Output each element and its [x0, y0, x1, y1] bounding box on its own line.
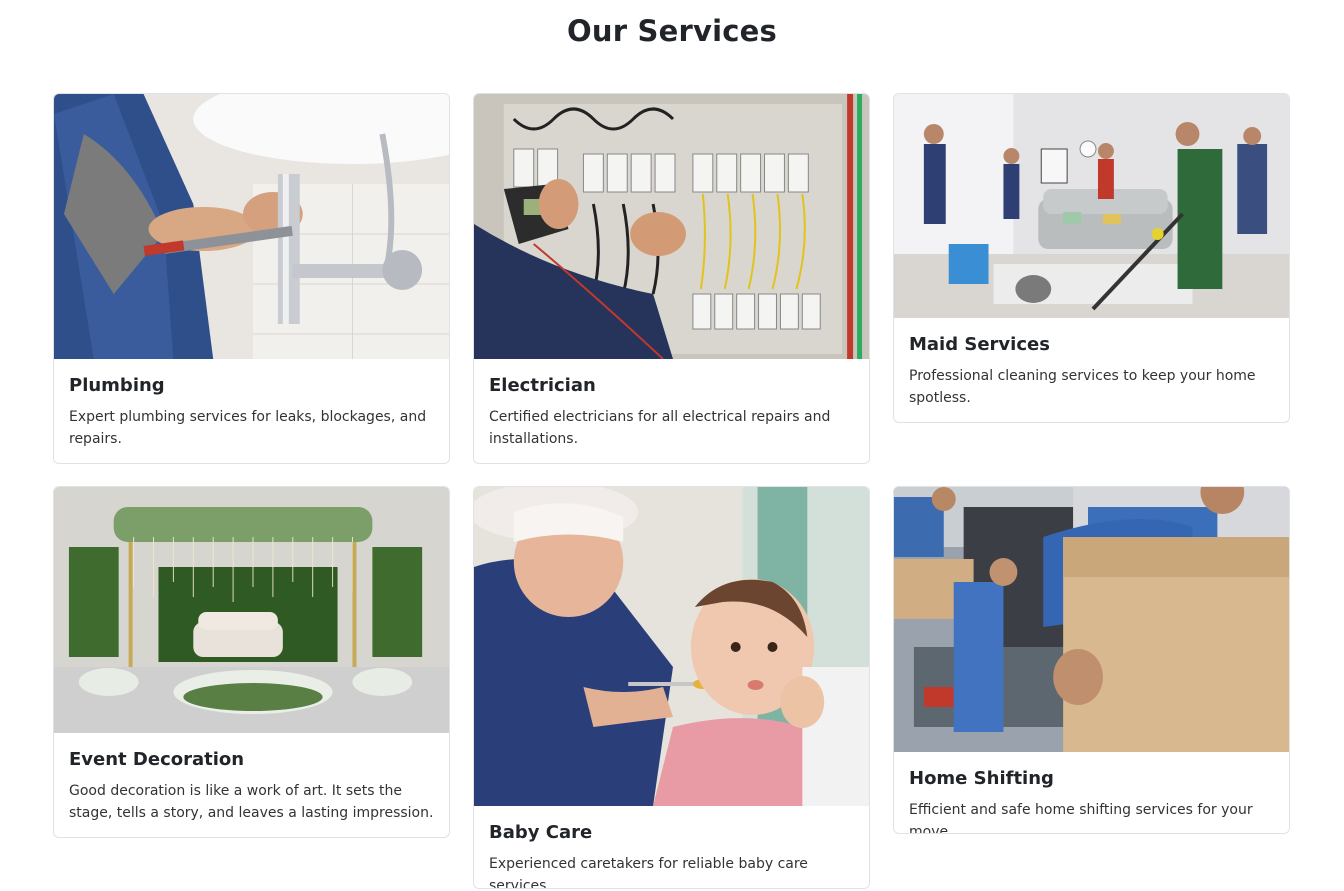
card-description: Efficient and safe home shifting service… [909, 802, 1253, 834]
service-card-plumbing[interactable]: Plumbing Expert plumbing services for le… [53, 93, 450, 464]
maid-services-image [894, 94, 1289, 318]
card-description: Certified electricians for all electrica… [489, 409, 831, 447]
card-description: Professional cleaning services to keep y… [909, 368, 1256, 406]
page-title: Our Services [567, 14, 777, 48]
service-card-baby-care[interactable]: Baby Care Experienced caretakers for rel… [473, 486, 870, 889]
card-title: Maid Services [909, 334, 1050, 355]
card-description: Good decoration is like a work of art. I… [69, 783, 434, 821]
service-card-home-shifting[interactable]: Home Shifting Efficient and safe home sh… [893, 486, 1290, 834]
baby-care-image [474, 487, 869, 806]
card-description: Experienced caretakers for reliable baby… [489, 856, 808, 889]
card-title: Home Shifting [909, 768, 1054, 789]
service-card-event-decoration[interactable]: Event Decoration Good decoration is like… [53, 486, 450, 838]
card-title: Event Decoration [69, 749, 245, 770]
card-title: Plumbing [69, 375, 165, 396]
card-title: Electrician [489, 375, 596, 396]
service-card-maid-services[interactable]: Maid Services Professional cleaning serv… [893, 93, 1290, 423]
card-description: Expert plumbing services for leaks, bloc… [69, 409, 427, 447]
service-card-electrician[interactable]: Electrician Certified electricians for a… [473, 93, 870, 464]
plumbing-image [54, 94, 449, 359]
electrician-image [474, 94, 869, 359]
card-title: Baby Care [489, 822, 593, 843]
event-decoration-image [54, 487, 449, 733]
home-shifting-image [894, 487, 1289, 752]
